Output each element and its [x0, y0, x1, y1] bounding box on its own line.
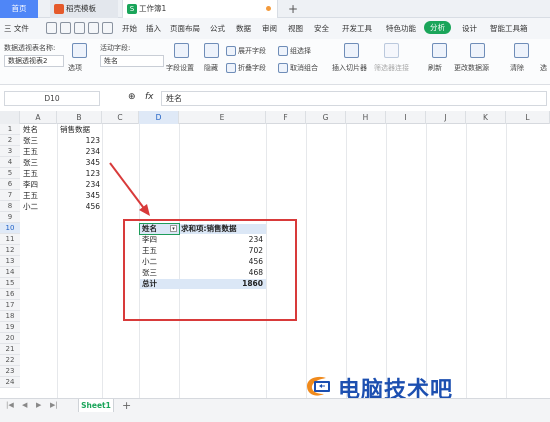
- insert-slicer-button[interactable]: 插入切片器: [332, 63, 367, 73]
- change-source-icon[interactable]: [470, 43, 485, 58]
- zoom-icon[interactable]: ⊕: [128, 92, 136, 102]
- hide-icon[interactable]: [204, 43, 219, 58]
- refresh-icon[interactable]: [432, 43, 447, 58]
- active-field-label: 活动字段:: [100, 44, 131, 52]
- change-source-button[interactable]: 更改数据源: [454, 63, 489, 73]
- watermark-logo-icon: [307, 376, 330, 396]
- ungroup-button[interactable]: 取消组合: [290, 63, 318, 73]
- title-bar: 首页 稻壳模板 S 工作簿1 +: [0, 0, 550, 18]
- prev-sheet-icon[interactable]: ◀: [22, 401, 27, 409]
- file-menu[interactable]: 三 文件: [4, 23, 29, 34]
- status-bar: [0, 412, 550, 422]
- sheet-tab-bar: |◀ ◀ ▶ ▶| Sheet1 +: [0, 398, 550, 413]
- menu-analyze[interactable]: 分析: [424, 21, 451, 34]
- sheet-tab-sheet1[interactable]: Sheet1: [78, 399, 114, 413]
- group-selection-button[interactable]: 组选择: [290, 46, 311, 56]
- tab-workbook[interactable]: S 工作簿1: [122, 0, 278, 18]
- pivot-options-button[interactable]: 选项: [68, 63, 82, 73]
- expand-field-button[interactable]: 展开字段: [238, 46, 266, 56]
- group-selection-icon[interactable]: [278, 46, 288, 56]
- ribbon-analyze: 数据透视表名称: 数据透视表2 选项 活动字段: 姓名 字段设置 隐藏 展开字段…: [0, 39, 550, 85]
- hide-button[interactable]: 隐藏: [204, 63, 218, 73]
- name-box[interactable]: D10: [4, 91, 100, 106]
- menu-data[interactable]: 数据: [236, 23, 251, 34]
- tab-docer-template[interactable]: 稻壳模板: [50, 0, 118, 18]
- first-sheet-icon[interactable]: |◀: [6, 401, 14, 409]
- add-sheet-button[interactable]: +: [122, 399, 131, 412]
- clear-button[interactable]: 清除: [510, 63, 524, 73]
- tab-docer-template-label: 稻壳模板: [66, 4, 96, 13]
- menu-security[interactable]: 安全: [314, 23, 329, 34]
- pivot-options-icon[interactable]: [72, 43, 87, 58]
- redo-icon[interactable]: [102, 22, 113, 34]
- save-icon[interactable]: [46, 22, 57, 34]
- insert-slicer-icon[interactable]: [344, 43, 359, 58]
- pivot-name-input[interactable]: 数据透视表2: [4, 55, 64, 67]
- undo-icon[interactable]: [88, 22, 99, 34]
- field-settings-icon[interactable]: [174, 43, 189, 58]
- unsaved-dot-icon: [266, 6, 271, 11]
- filter-connections-button[interactable]: 筛选器连接: [374, 63, 409, 73]
- tab-home[interactable]: 首页: [0, 0, 38, 18]
- formula-input[interactable]: 姓名: [161, 91, 547, 106]
- menu-start[interactable]: 开始: [122, 23, 137, 34]
- menu-page-layout[interactable]: 页面布局: [170, 23, 200, 34]
- menu-formulas[interactable]: 公式: [210, 23, 225, 34]
- clear-icon[interactable]: [514, 43, 529, 58]
- tab-workbook-label: 工作簿1: [139, 4, 167, 13]
- print-icon[interactable]: [60, 22, 71, 34]
- field-settings-button[interactable]: 字段设置: [166, 63, 194, 73]
- menu-special-features[interactable]: 特色功能: [386, 23, 416, 34]
- expand-field-icon[interactable]: [226, 46, 236, 56]
- filter-connections-icon[interactable]: [384, 43, 399, 58]
- collapse-field-button[interactable]: 折叠字段: [238, 63, 266, 73]
- spreadsheet-icon: S: [127, 4, 137, 14]
- preview-icon[interactable]: [74, 22, 85, 34]
- menu-bar: 三 文件 开始 插入 页面布局 公式 数据 审阅 视图 安全 开发工具 特色功能…: [0, 18, 550, 39]
- menu-developer[interactable]: 开发工具: [342, 23, 372, 34]
- menu-smart-toolbox[interactable]: 智能工具箱: [490, 23, 528, 34]
- docer-logo-icon: [54, 4, 64, 14]
- refresh-button[interactable]: 刷新: [428, 63, 442, 73]
- fx-icon[interactable]: fx: [145, 92, 154, 102]
- menu-review[interactable]: 审阅: [262, 23, 277, 34]
- collapse-field-icon[interactable]: [226, 63, 236, 73]
- select-button[interactable]: 选: [540, 63, 547, 73]
- new-tab-button[interactable]: +: [288, 1, 298, 17]
- menu-design[interactable]: 设计: [462, 23, 477, 34]
- next-sheet-icon[interactable]: ▶: [36, 401, 41, 409]
- menu-insert[interactable]: 插入: [146, 23, 161, 34]
- ungroup-icon[interactable]: [278, 63, 288, 73]
- pointer-arrow: [109, 162, 150, 216]
- pivot-name-label: 数据透视表名称:: [4, 44, 56, 52]
- active-field-input[interactable]: 姓名: [100, 55, 164, 67]
- last-sheet-icon[interactable]: ▶|: [50, 401, 58, 409]
- formula-bar: D10 ⊕ fx 姓名: [0, 91, 550, 107]
- menu-view[interactable]: 视图: [288, 23, 303, 34]
- spreadsheet-grid[interactable]: A B C D E F G H I J K L 1 2 3 4 5 6 7 8 …: [0, 111, 550, 398]
